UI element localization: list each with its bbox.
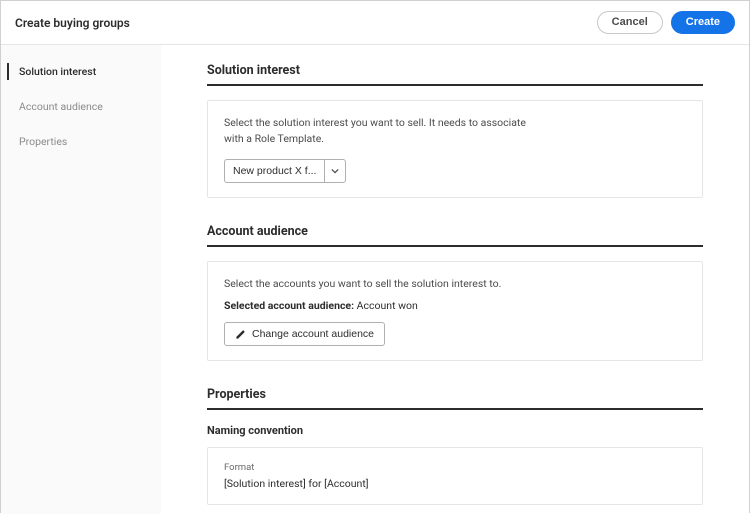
- solution-interest-card: Select the solution interest you want to…: [207, 100, 703, 198]
- header-actions: Cancel Create: [597, 11, 735, 34]
- section-rule: [207, 408, 703, 410]
- nav-item-solution-interest[interactable]: Solution interest: [7, 63, 151, 80]
- section-title-properties: Properties: [207, 387, 703, 402]
- body: Solution interest Account audience Prope…: [1, 45, 749, 514]
- chevron-down-icon: [331, 167, 339, 175]
- solution-interest-help: Select the solution interest you want to…: [224, 115, 544, 147]
- solution-interest-combobox[interactable]: [224, 159, 346, 183]
- section-title-solution-interest: Solution interest: [207, 63, 703, 78]
- section-rule: [207, 84, 703, 86]
- page-title: Create buying groups: [15, 16, 130, 30]
- section-solution-interest: Solution interest Select the solution in…: [207, 63, 703, 198]
- create-button[interactable]: Create: [671, 11, 735, 34]
- section-rule: [207, 245, 703, 247]
- section-properties: Properties Naming convention Format [Sol…: [207, 387, 703, 505]
- solution-interest-dropdown-button[interactable]: [324, 159, 346, 183]
- account-audience-help: Select the accounts you want to sell the…: [224, 276, 544, 292]
- nav-item-properties[interactable]: Properties: [7, 133, 151, 150]
- section-account-audience: Account audience Select the accounts you…: [207, 224, 703, 362]
- pencil-icon: [235, 329, 246, 340]
- main-content: Solution interest Select the solution in…: [161, 45, 749, 514]
- account-audience-card: Select the accounts you want to sell the…: [207, 261, 703, 362]
- change-account-audience-button[interactable]: Change account audience: [224, 322, 385, 346]
- cancel-button[interactable]: Cancel: [597, 11, 663, 34]
- selected-account-audience: Selected account audience: Account won: [224, 299, 686, 312]
- format-label: Format: [224, 462, 686, 473]
- section-title-account-audience: Account audience: [207, 224, 703, 239]
- format-value: [Solution interest] for [Account]: [224, 477, 686, 490]
- solution-interest-input[interactable]: [224, 159, 324, 183]
- selected-account-audience-label: Selected account audience:: [224, 299, 354, 312]
- change-account-audience-label: Change account audience: [252, 328, 374, 340]
- sidebar: Solution interest Account audience Prope…: [1, 45, 161, 514]
- page-header: Create buying groups Cancel Create: [1, 1, 749, 45]
- properties-card: Format [Solution interest] for [Account]: [207, 447, 703, 505]
- nav-item-account-audience[interactable]: Account audience: [7, 98, 151, 115]
- selected-account-audience-value: Account won: [357, 299, 418, 312]
- naming-convention-label: Naming convention: [207, 424, 703, 437]
